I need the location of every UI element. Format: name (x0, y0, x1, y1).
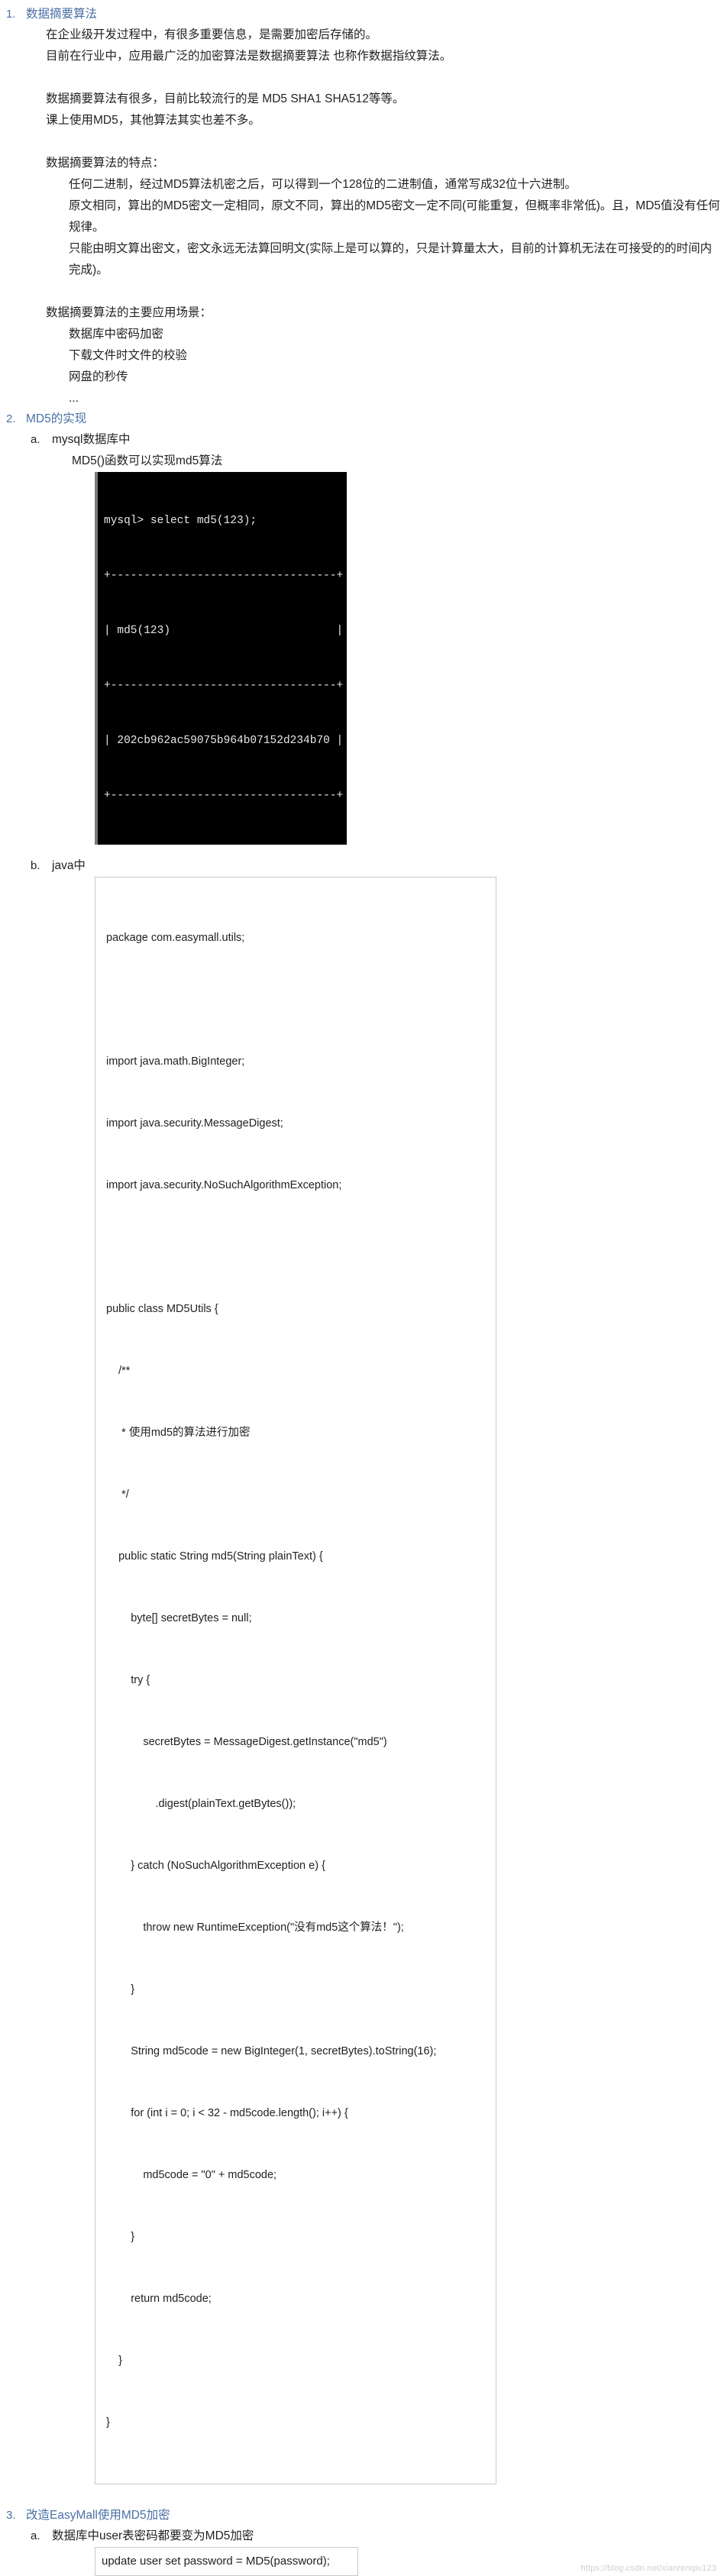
code-line: } (106, 2416, 110, 2429)
code-line: String md5code = new BigInteger(1, secre… (106, 2045, 437, 2057)
terminal-line: +----------------------------------+ (104, 680, 344, 692)
code-line: } catch (NoSuchAlgorithmException e) { (106, 1860, 325, 1872)
outline-list: 1. 数据摘要算法 在企业级开发过程中，有很多重要信息，是需要加密后存储的。 目… (0, 5, 721, 2576)
sub-b-title: java中 (52, 859, 86, 872)
sub-a-marker: a. (31, 2529, 40, 2542)
terminal-line: | md5(123) | (104, 625, 344, 637)
code-line: * 使用md5的算法进行加密 (106, 1427, 251, 1439)
section-1-paragraph-4: 课上使用MD5，其他算法其实也差不多。 (46, 114, 260, 127)
section-1-title[interactable]: 数据摘要算法 (26, 5, 721, 24)
code-line: public class MD5Utils { (106, 1303, 218, 1315)
section-1-paragraph-3: 数据摘要算法有很多，目前比较流行的是 MD5 SHA1 SHA512等等。 (46, 92, 405, 105)
code-line: for (int i = 0; i < 32 - md5code.length(… (106, 2107, 348, 2119)
code-line: byte[] secretBytes = null; (106, 1612, 252, 1624)
section-1: 1. 数据摘要算法 在企业级开发过程中，有很多重要信息，是需要加密后存储的。 目… (0, 5, 721, 409)
sql-code-block: update user set password = MD5(password)… (95, 2547, 358, 2576)
feature-item: 只能由明文算出密文，密文永远无法算回明文(实际上是可以算的，只是计算量太大，目前… (69, 242, 713, 276)
scenario-item: 下载文件时文件的校验 (69, 349, 188, 362)
code-line: md5code = "0" + md5code; (106, 2169, 277, 2181)
java-code-block: package com.easymall.utils; import java.… (95, 877, 496, 2484)
code-line: throw new RuntimeException("没有md5这个算法！")… (106, 1921, 404, 1934)
section-2-sublist: a. mysql数据库中 MD5()函数可以实现md5算法 mysql> sel… (26, 429, 721, 2506)
mysql-terminal-block: mysql> select md5(123); +---------------… (95, 472, 347, 845)
code-line: return md5code; (106, 2293, 212, 2305)
feature-item: 任何二进制，经过MD5算法机密之后，可以得到一个128位的二进制值，通常写成32… (69, 178, 577, 191)
section-3-number: 3. (6, 2509, 16, 2522)
section-2-sub-a: a. mysql数据库中 MD5()函数可以实现md5算法 mysql> sel… (26, 429, 721, 855)
section-3-title[interactable]: 改造EasyMall使用MD5加密 (26, 2506, 721, 2526)
code-line: } (106, 1983, 135, 1996)
code-line: /** (106, 1365, 131, 1377)
scenario-item-ellipsis: ... (69, 392, 79, 405)
code-line: import java.math.BigInteger; (106, 1055, 245, 1068)
section-1-number: 1. (6, 8, 16, 21)
sub-b-marker: b. (31, 859, 40, 872)
scenario-item: 网盘的秒传 (69, 370, 128, 383)
scenario-item: 数据库中密码加密 (69, 328, 164, 341)
code-line: package com.easymall.utils; (106, 932, 245, 944)
code-line: public static String md5(String plainTex… (106, 1550, 323, 1563)
terminal-line: | 202cb962ac59075b964b07152d234b70 | (104, 735, 344, 747)
sub-a-title: mysql数据库中 (52, 433, 131, 446)
code-line: .digest(plainText.getBytes()); (106, 1798, 296, 1810)
terminal-line: +----------------------------------+ (104, 790, 344, 802)
code-line: import java.security.MessageDigest; (106, 1117, 283, 1130)
code-line: } (106, 2231, 135, 2243)
section-1-paragraph-1: 在企业级开发过程中，有很多重要信息，是需要加密后存储的。 (46, 28, 378, 41)
sub-a-title: 数据库中user表密码都要变为MD5加密 (52, 2529, 254, 2542)
code-line: } (106, 2355, 122, 2367)
section-2-number: 2. (6, 412, 16, 425)
code-line: secretBytes = MessageDigest.getInstance(… (106, 1736, 387, 1748)
section-2-sub-b: b. java中 package com.easymall.utils; imp… (26, 855, 721, 2506)
mysql-note: MD5()函数可以实现md5算法 (72, 454, 223, 467)
code-line: try { (106, 1674, 150, 1686)
sub-a-marker: a. (31, 433, 40, 446)
terminal-line: mysql> select md5(123); (104, 515, 257, 527)
terminal-line: +----------------------------------+ (104, 570, 344, 582)
section-2-title[interactable]: MD5的实现 (26, 409, 721, 429)
section-2: 2. MD5的实现 a. mysql数据库中 MD5()函数可以实现md5算法 … (0, 409, 721, 2506)
feature-item: 原文相同，算出的MD5密文一定相同，原文不同，算出的MD5密文一定不同(可能重复… (69, 199, 720, 234)
watermark-url: https://blog.csdn.net/xianrenqiu123 (580, 2564, 716, 2573)
code-line: */ (106, 1488, 129, 1501)
code-line: import java.security.NoSuchAlgorithmExce… (106, 1179, 342, 1191)
document-page: 1. 数据摘要算法 在企业级开发过程中，有很多重要信息，是需要加密后存储的。 目… (0, 0, 721, 2576)
scenarios-heading: 数据摘要算法的主要应用场景： (46, 306, 212, 319)
features-heading: 数据摘要算法的特点： (46, 157, 165, 170)
section-1-paragraph-2: 目前在行业中，应用最广泛的加密算法是数据摘要算法 也称作数据指纹算法。 (46, 50, 452, 63)
